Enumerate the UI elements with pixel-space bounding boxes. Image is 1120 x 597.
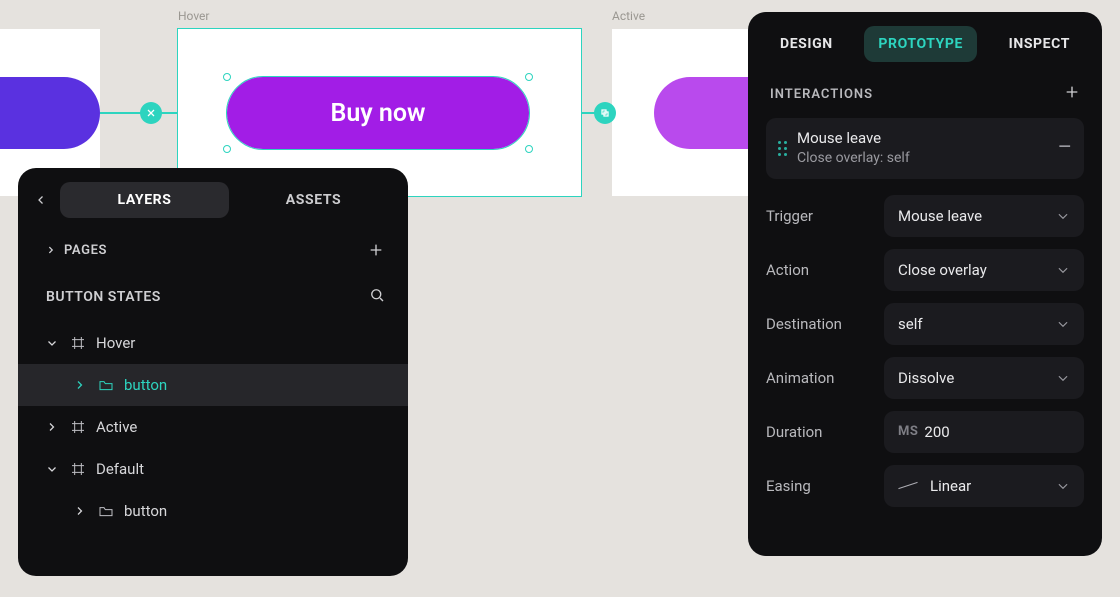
- destination-label: Destination: [766, 315, 874, 333]
- duration-unit: MS: [898, 424, 918, 439]
- chevron-right-icon: [46, 245, 56, 255]
- frame-label-hover: Hover: [178, 9, 209, 23]
- chevron-down-icon: [1056, 371, 1070, 385]
- tab-design[interactable]: DESIGN: [766, 26, 847, 62]
- easing-label: Easing: [766, 477, 874, 495]
- button-default[interactable]: [0, 77, 100, 149]
- chevron-right-icon[interactable]: [72, 377, 88, 393]
- button-hover-label: Buy now: [330, 99, 425, 128]
- animation-label: Animation: [766, 369, 874, 387]
- button-hover[interactable]: Buy now: [227, 77, 529, 149]
- connector-swap-icon[interactable]: [594, 102, 616, 124]
- layer-label: Default: [96, 460, 144, 478]
- selection-handle[interactable]: [223, 73, 231, 81]
- layer-row-active[interactable]: Active: [18, 406, 408, 448]
- file-title: BUTTON STATES: [46, 289, 161, 305]
- linear-curve-icon: [898, 482, 917, 489]
- chevron-down-icon: [1056, 317, 1070, 331]
- action-label: Action: [766, 261, 874, 279]
- layer-row-button-hover[interactable]: button: [18, 364, 408, 406]
- chevron-down-icon[interactable]: [44, 335, 60, 351]
- pages-section[interactable]: PAGES: [18, 224, 408, 272]
- destination-select[interactable]: self: [884, 303, 1084, 345]
- layers-panel: LAYERS ASSETS PAGES BUTTON STATES Hover …: [18, 168, 408, 576]
- animation-value: Dissolve: [898, 369, 954, 387]
- selection-handle[interactable]: [223, 145, 231, 153]
- add-page-icon[interactable]: [366, 240, 386, 260]
- easing-value: Linear: [930, 477, 971, 495]
- layer-row-default[interactable]: Default: [18, 448, 408, 490]
- folder-icon: [98, 377, 114, 393]
- frame-icon: [70, 461, 86, 477]
- frame-icon: [70, 335, 86, 351]
- duration-value: 200: [924, 423, 949, 441]
- interaction-title: Mouse leave: [797, 128, 1048, 149]
- destination-value: self: [898, 315, 923, 333]
- tab-inspect[interactable]: INSPECT: [995, 26, 1084, 62]
- tab-prototype[interactable]: PROTOTYPE: [864, 26, 977, 62]
- layer-label: button: [124, 376, 167, 394]
- frame-label-active: Active: [612, 9, 645, 23]
- search-icon[interactable]: [368, 286, 386, 308]
- drag-handle-icon[interactable]: [778, 141, 787, 156]
- connector-delete-icon[interactable]: [140, 102, 162, 124]
- tab-assets[interactable]: ASSETS: [229, 182, 398, 218]
- animation-select[interactable]: Dissolve: [884, 357, 1084, 399]
- remove-interaction-icon[interactable]: –: [1058, 137, 1072, 159]
- prototype-panel: DESIGN PROTOTYPE INSPECT INTERACTIONS Mo…: [748, 12, 1102, 556]
- layer-tree: Hover button Active Default button: [18, 322, 408, 542]
- trigger-label: Trigger: [766, 207, 874, 225]
- frame-icon: [70, 419, 86, 435]
- chevron-right-icon[interactable]: [44, 419, 60, 435]
- pages-label: PAGES: [64, 243, 107, 258]
- trigger-value: Mouse leave: [898, 207, 982, 225]
- layer-label: Active: [96, 418, 137, 436]
- layer-row-button-default[interactable]: button: [18, 490, 408, 532]
- layer-label: Hover: [96, 334, 135, 352]
- layer-row-hover[interactable]: Hover: [18, 322, 408, 364]
- selection-handle[interactable]: [525, 145, 533, 153]
- interactions-title: INTERACTIONS: [770, 87, 873, 102]
- layer-label: button: [124, 502, 167, 520]
- action-select[interactable]: Close overlay: [884, 249, 1084, 291]
- interaction-subtitle: Close overlay: self: [797, 149, 1048, 169]
- add-interaction-icon[interactable]: [1064, 84, 1080, 104]
- chevron-down-icon: [1056, 209, 1070, 223]
- interaction-item[interactable]: Mouse leave Close overlay: self –: [766, 118, 1084, 179]
- chevron-down-icon: [1056, 263, 1070, 277]
- duration-label: Duration: [766, 423, 874, 441]
- back-icon[interactable]: [28, 187, 54, 213]
- chevron-right-icon[interactable]: [72, 503, 88, 519]
- tab-layers[interactable]: LAYERS: [60, 182, 229, 218]
- folder-icon: [98, 503, 114, 519]
- trigger-select[interactable]: Mouse leave: [884, 195, 1084, 237]
- chevron-down-icon[interactable]: [44, 461, 60, 477]
- prototype-connector: [100, 112, 178, 114]
- easing-select[interactable]: Linear: [884, 465, 1084, 507]
- chevron-down-icon: [1056, 479, 1070, 493]
- duration-input[interactable]: MS 200: [884, 411, 1084, 453]
- selection-handle[interactable]: [525, 73, 533, 81]
- action-value: Close overlay: [898, 261, 987, 279]
